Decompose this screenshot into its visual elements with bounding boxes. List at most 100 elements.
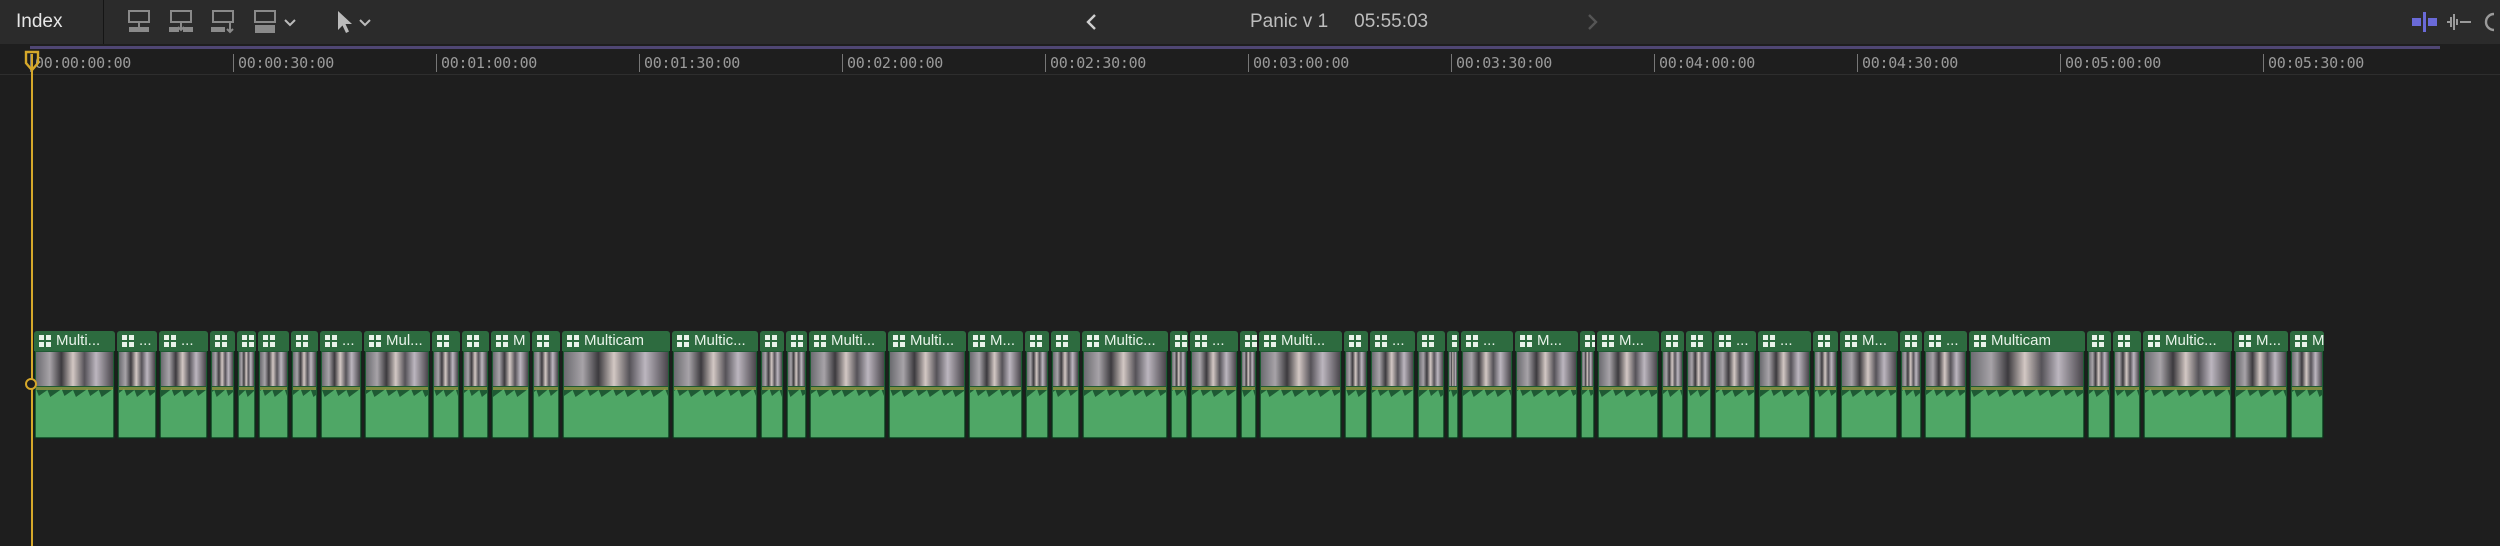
multicam-icon <box>2239 335 2251 347</box>
multicam-clip[interactable] <box>2087 331 2111 439</box>
multicam-clip[interactable]: M <box>1170 331 1188 439</box>
multicam-clip[interactable]: ... <box>1461 331 1513 439</box>
multicam-clip[interactable]: Multic... <box>2143 331 2232 439</box>
clip-thumbnails <box>1372 352 1413 386</box>
clip-thumbnails <box>212 352 233 386</box>
clip-thumbnails <box>762 352 782 386</box>
playhead-handle[interactable] <box>25 378 37 390</box>
multicam-icon <box>1845 335 1857 347</box>
insert-clip-icon[interactable] <box>166 8 196 36</box>
multicam-clip[interactable]: Multi... <box>809 331 886 439</box>
multicam-clip[interactable]: M... <box>2234 331 2288 439</box>
multicam-clip[interactable] <box>2113 331 2141 439</box>
ruler-tick-label: 00:02:30:00 <box>1050 54 1147 72</box>
overwrite-clip-icon[interactable] <box>250 8 280 36</box>
multicam-clip[interactable] <box>1900 331 1922 439</box>
multicam-clip[interactable]: Mul... <box>364 331 430 439</box>
multicam-clip[interactable]: Multi... <box>1259 331 1342 439</box>
multicam-clip[interactable]: Multi... <box>34 331 115 439</box>
multicam-clip[interactable] <box>237 331 256 439</box>
multicam-clip[interactable] <box>1417 331 1445 439</box>
multicam-clip[interactable]: ... <box>117 331 157 439</box>
clip-thumbnails <box>239 352 254 386</box>
audio-waveform <box>2089 387 2109 437</box>
multicam-clip[interactable]: ... <box>320 331 362 439</box>
multicam-clip[interactable] <box>1580 331 1595 439</box>
ruler-tick-label: 00:05:00:00 <box>2065 54 2162 72</box>
ruler-tick-mark <box>842 54 843 72</box>
multicam-clip[interactable]: M... <box>1597 331 1659 439</box>
multicam-clip[interactable]: M <box>491 331 530 439</box>
clip-thumbnails <box>161 352 206 386</box>
back-arrow-icon[interactable] <box>1082 10 1102 34</box>
select-arrow-icon[interactable] <box>330 8 378 36</box>
ruler-range-strip <box>30 46 2440 49</box>
multicam-clip[interactable] <box>1025 331 1049 439</box>
forward-arrow-icon[interactable] <box>1582 10 1602 34</box>
connect-clip-icon[interactable] <box>124 8 154 36</box>
clip-appearance-icon[interactable] <box>2410 10 2440 34</box>
playhead-marker-icon[interactable] <box>23 50 41 72</box>
clip-thumbnails <box>1663 352 1682 386</box>
snapping-icon[interactable] <box>2480 10 2500 34</box>
multicam-clip[interactable] <box>432 331 460 439</box>
multicam-clip[interactable]: Multic... <box>1082 331 1168 439</box>
multicam-clip[interactable]: ... <box>1370 331 1415 439</box>
multicam-clip[interactable] <box>1344 331 1368 439</box>
append-clip-icon[interactable] <box>208 8 238 36</box>
multicam-clip[interactable] <box>258 331 289 439</box>
playhead[interactable] <box>31 54 33 546</box>
multicam-clip[interactable]: ... <box>1190 331 1238 439</box>
multicam-clip[interactable]: M <box>2290 331 2324 439</box>
multicam-clip[interactable] <box>462 331 489 439</box>
audio-skimming-icon[interactable] <box>2444 10 2474 34</box>
multicam-icon <box>325 335 337 347</box>
multicam-clip[interactable]: Multi... <box>888 331 966 439</box>
clip-thumbnails <box>890 352 964 386</box>
multicam-clip[interactable] <box>1447 331 1459 439</box>
multicam-clip[interactable]: ... <box>1924 331 1967 439</box>
multicam-clip[interactable] <box>1240 331 1257 439</box>
clip-thumbnails <box>322 352 360 386</box>
index-button[interactable]: Index <box>0 0 104 44</box>
multicam-clip[interactable]: ... <box>1758 331 1811 439</box>
clip-thumbnails <box>2145 352 2230 386</box>
multicam-clip[interactable]: Multicam <box>562 331 670 439</box>
multicam-clip[interactable]: ... <box>159 331 208 439</box>
multicam-icon <box>814 335 826 347</box>
multicam-clip[interactable] <box>1051 331 1080 439</box>
project-title: Panic v 1 05:55:03 <box>1250 0 1454 44</box>
audio-waveform <box>2115 387 2139 437</box>
multicam-clip[interactable] <box>1813 331 1838 439</box>
clip-thumbnails <box>366 352 428 386</box>
chevron-down-icon[interactable] <box>280 8 300 36</box>
multicam-clip[interactable] <box>532 331 560 439</box>
multicam-clip[interactable]: Multicam <box>1969 331 2085 439</box>
multicam-clip[interactable]: M... <box>1515 331 1578 439</box>
multicam-clip[interactable] <box>1661 331 1684 439</box>
multicam-clip[interactable] <box>786 331 807 439</box>
clip-thumbnails <box>1926 352 1965 386</box>
audio-waveform <box>811 387 884 437</box>
timeline-ruler[interactable]: 00:00:00:00 00:00:30:00 00:01:00:00 00:01:3… <box>0 44 2500 75</box>
multicam-clip[interactable]: Multic... <box>672 331 758 439</box>
audio-waveform <box>2145 387 2230 437</box>
multicam-clip[interactable]: M... <box>968 331 1023 439</box>
timeline-area[interactable] <box>0 75 2500 546</box>
clip-thumbnails <box>1172 352 1186 386</box>
audio-waveform <box>1346 387 1366 437</box>
multicam-icon <box>973 335 985 347</box>
audio-waveform <box>1971 387 2083 437</box>
audio-waveform <box>239 387 254 437</box>
clip-thumbnails <box>564 352 668 386</box>
multicam-clip[interactable]: ... <box>1714 331 1756 439</box>
multicam-clip[interactable] <box>1686 331 1712 439</box>
multicam-clip[interactable] <box>291 331 318 439</box>
audio-waveform <box>1027 387 1047 437</box>
audio-waveform <box>1926 387 1965 437</box>
multicam-clip[interactable] <box>210 331 235 439</box>
clip-thumbnails <box>1599 352 1657 386</box>
multicam-clip[interactable]: M... <box>1840 331 1898 439</box>
audio-waveform <box>493 387 528 437</box>
multicam-clip[interactable] <box>760 331 784 439</box>
